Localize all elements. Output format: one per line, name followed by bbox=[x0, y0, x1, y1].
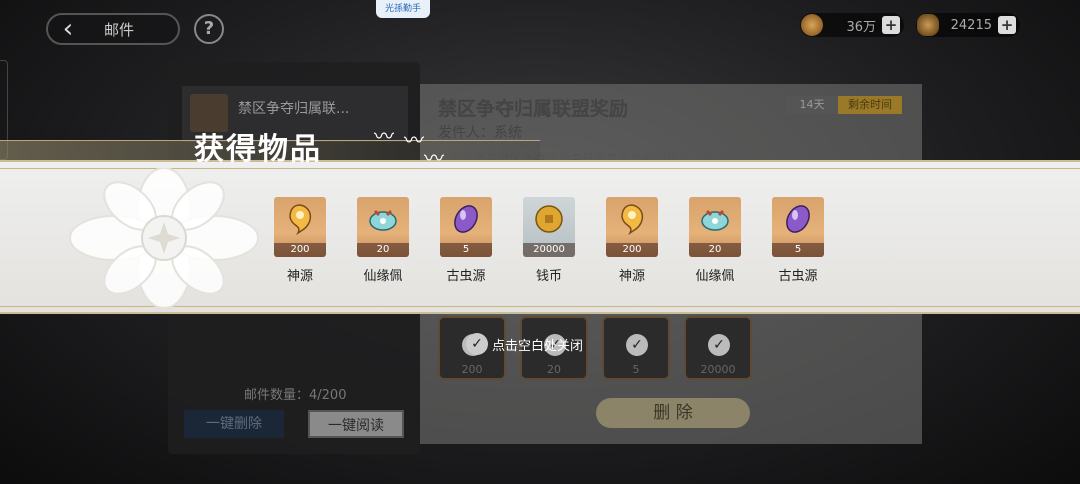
currency-gem: 24215 + bbox=[916, 13, 1020, 37]
read-all-button[interactable]: 一键阅读 bbox=[308, 410, 404, 438]
spirit-source-icon bbox=[621, 204, 644, 235]
mail-item-title: 禁区争夺归属联... bbox=[238, 101, 350, 117]
swallow-icon: 〰 bbox=[404, 128, 424, 152]
gem-icon bbox=[917, 14, 939, 36]
item-tile: 200 bbox=[606, 197, 658, 257]
reward-item-guchongyuan[interactable]: 5 古虫源 bbox=[440, 197, 502, 284]
help-button[interactable]: ? bbox=[194, 14, 224, 44]
assistant-tag[interactable]: 光孫勤手 bbox=[376, 0, 430, 18]
jade-pendant-icon bbox=[369, 209, 397, 231]
gem-amount: 24215 bbox=[950, 17, 992, 33]
item-tile: 200 bbox=[274, 197, 326, 257]
ancient-bug-egg-icon bbox=[454, 205, 478, 233]
reward-item-shenyuan[interactable]: 200 神源 bbox=[274, 197, 336, 284]
back-button[interactable]: ‹ 邮件 bbox=[46, 13, 180, 45]
reward-title: 获得物品 bbox=[194, 132, 322, 167]
reward-item-guchongyuan[interactable]: 5 古虫源 bbox=[772, 197, 834, 284]
attachment-item[interactable]: ✓ 5 bbox=[602, 316, 670, 380]
close-hint[interactable]: ✓ 点击空白处关闭 bbox=[466, 333, 583, 355]
mail-count: 邮件数量：4/200 bbox=[244, 388, 347, 403]
currency-gold: 36万 + bbox=[800, 13, 904, 37]
reward-item-xianyuanpei[interactable]: 20 仙缘佩 bbox=[357, 197, 419, 284]
gold-amount: 36万 bbox=[846, 19, 876, 35]
mail-sender: 发件人：系统 bbox=[438, 125, 522, 141]
item-tile: 20000 bbox=[523, 197, 575, 257]
reward-item-coin[interactable]: 20000 钱币 bbox=[523, 197, 585, 284]
add-gold-button[interactable]: + bbox=[882, 16, 900, 34]
page-title: 邮件 bbox=[104, 20, 135, 39]
coin-icon bbox=[535, 205, 563, 233]
mail-title: 禁区争夺归属联盟奖励 bbox=[438, 98, 629, 120]
reward-item-xianyuanpei[interactable]: 20 仙缘佩 bbox=[689, 197, 751, 284]
ancient-bug-egg-icon bbox=[786, 205, 810, 233]
expire-days-badge: 14天 bbox=[786, 96, 838, 114]
check-icon: ✓ bbox=[708, 334, 730, 356]
reward-item-shenyuan[interactable]: 200 神源 bbox=[606, 197, 668, 284]
item-tile: 20 bbox=[689, 197, 741, 257]
check-icon: ✓ bbox=[626, 334, 648, 356]
item-tile: 5 bbox=[772, 197, 824, 257]
swallow-icon: 〰 bbox=[424, 146, 444, 170]
item-tile: 20 bbox=[357, 197, 409, 257]
gold-coin-icon bbox=[801, 14, 823, 36]
remaining-time-label: 剩余时间 bbox=[838, 96, 902, 114]
attachment-item[interactable]: ✓ 20000 bbox=[684, 316, 752, 380]
delete-button[interactable]: 删 除 bbox=[596, 398, 750, 428]
reward-items: 200 神源 20 仙缘佩 5 古虫源 20000 钱币 200 神源 20 仙… bbox=[274, 197, 834, 284]
jade-pendant-icon bbox=[701, 209, 729, 231]
check-icon: ✓ bbox=[466, 333, 488, 355]
add-gem-button[interactable]: + bbox=[998, 16, 1016, 34]
swallow-icon: 〰 bbox=[374, 124, 394, 148]
item-tile: 5 bbox=[440, 197, 492, 257]
spirit-source-icon bbox=[289, 204, 312, 235]
flower-emblem-icon bbox=[69, 168, 259, 308]
delete-all-button[interactable]: 一键删除 bbox=[184, 410, 284, 438]
chevron-left-icon: ‹ bbox=[62, 14, 74, 44]
